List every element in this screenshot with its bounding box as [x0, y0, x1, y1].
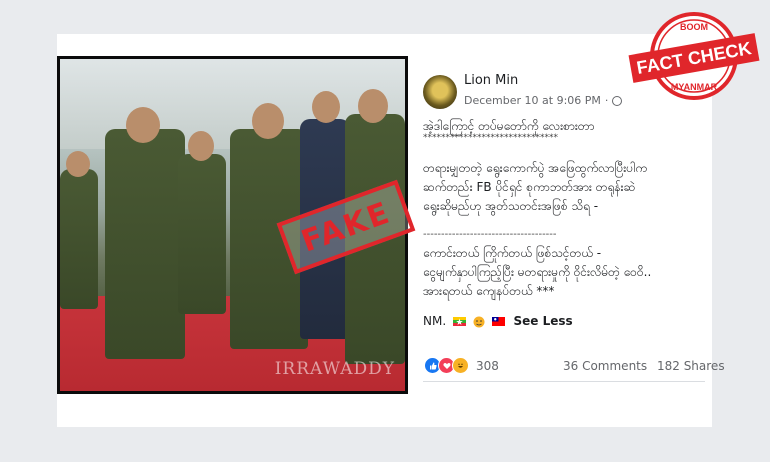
- see-less-link[interactable]: See Less: [513, 314, 572, 328]
- reactions-summary[interactable]: 308: [424, 357, 499, 374]
- badge-top-text: BOOM: [680, 22, 708, 32]
- soldier-figure: [105, 129, 185, 359]
- soldier-figure: [60, 169, 98, 309]
- post-line: တရားမျှတတဲ့ ရွေးကောက်ပွဲ အဖြေထွက်လာပြီးပ…: [423, 161, 647, 175]
- soldier-head: [358, 89, 388, 123]
- person-emoji-icon: [473, 316, 485, 327]
- suited-head: [312, 91, 340, 123]
- soldier-head: [252, 103, 284, 139]
- post-line: -------------------------------------: [423, 229, 557, 240]
- post-line: ကောင်းတယ် ကြိုက်တယ် ဖြစ်သင့်တယ် -: [423, 246, 602, 260]
- soldier-head: [126, 107, 160, 143]
- myanmar-flag-icon: [452, 317, 466, 326]
- globe-icon: [612, 95, 623, 106]
- post-author[interactable]: Lion Min: [464, 73, 518, 88]
- post-line: ဆက်တည်း FB ပိုင်ရှင် စုကာဘတ်အား တရုန်းဆဲ: [423, 180, 636, 194]
- haha-reaction-icon: [452, 357, 469, 374]
- soldier-head: [188, 131, 214, 161]
- fact-check-badge: BOOM FACT CHECK MYANMAR: [628, 12, 760, 100]
- meta-separator: ·: [604, 94, 609, 107]
- comments-count[interactable]: 36 Comments: [563, 359, 647, 373]
- reaction-count: 308: [476, 358, 499, 373]
- post-signature: NM.: [423, 314, 447, 328]
- post-divider: [423, 381, 705, 382]
- badge-bottom-text: MYANMAR: [671, 82, 718, 92]
- post-line: ငွေမျက်နှာပါကြည့်ပြီး မတရားမှုကို ဝိုင်း…: [423, 265, 652, 279]
- post-meta: December 10 at 9:06 PM ·: [464, 94, 623, 107]
- post-signature-row: NM. See Less: [423, 314, 573, 328]
- post-line: ******************************: [423, 133, 558, 143]
- photo-watermark: IRRAWADDY: [274, 359, 395, 379]
- engagement-counts: 36 Comments 182 Shares: [557, 359, 725, 373]
- post-line: အားရတယ် ကျေနပ်တယ် ***: [423, 284, 555, 298]
- post-date[interactable]: December 10 at 9:06 PM: [464, 94, 601, 107]
- post-line: ရွေးဆိုမည်ဟု အွတ်သတင်းအဖြစ် သိရ -: [423, 199, 599, 213]
- soldier-head: [66, 151, 90, 177]
- avatar[interactable]: [423, 75, 457, 109]
- shares-count[interactable]: 182 Shares: [657, 359, 725, 373]
- taiwan-flag-icon: [491, 317, 505, 326]
- soldier-figure: [178, 154, 226, 314]
